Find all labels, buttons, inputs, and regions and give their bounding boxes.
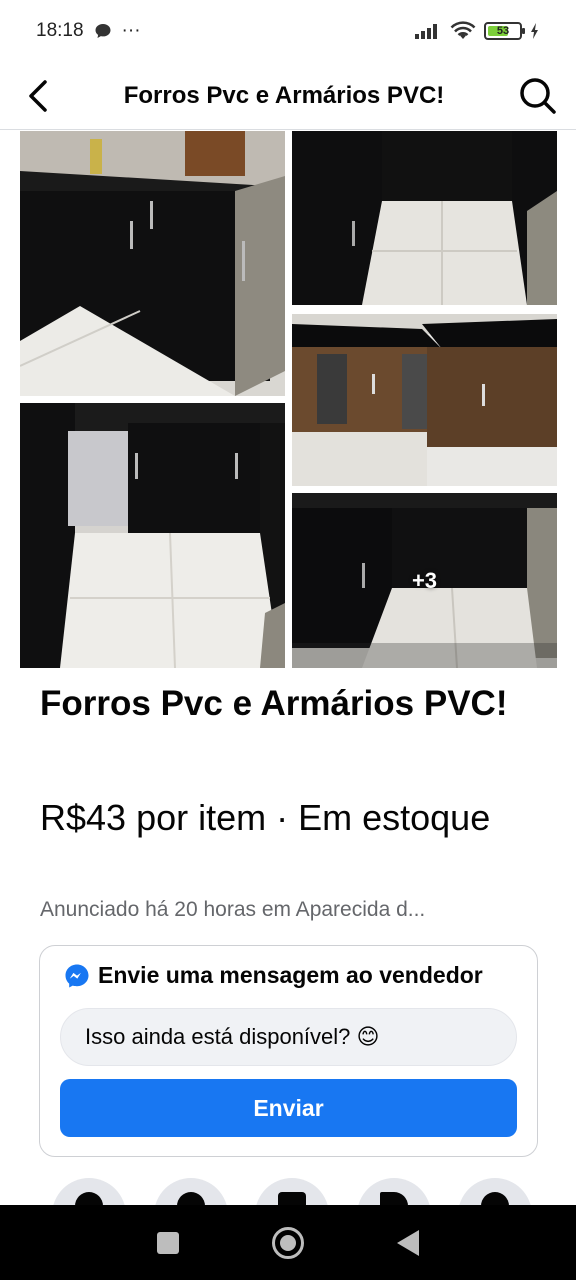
back-button[interactable]: [0, 62, 76, 130]
battery-icon: 53: [484, 22, 525, 40]
system-nav-bar: [0, 1205, 576, 1280]
more-photos-count[interactable]: +3: [292, 493, 557, 668]
wifi-icon: [450, 21, 476, 39]
search-icon: [520, 77, 556, 114]
signal-icon: [415, 24, 437, 39]
listing-price: R$43 por item · Em estoque: [40, 797, 491, 838]
status-time: 18:18: [36, 20, 84, 41]
chat-bubble-icon: [95, 24, 111, 38]
header-title: Forros Pvc e Armários PVC!: [123, 81, 445, 109]
status-bar: 18:18 ··· 53: [0, 0, 576, 62]
listing-photo-2[interactable]: [292, 131, 557, 305]
listing-photo-4[interactable]: [20, 403, 285, 668]
status-more: ···: [121, 20, 141, 41]
recents-button[interactable]: [156, 1231, 179, 1254]
app-header: Forros Pvc e Armários PVC!: [0, 62, 576, 130]
messenger-icon: [65, 964, 89, 987]
message-input[interactable]: Isso ainda está disponível? 😊: [60, 1008, 517, 1066]
message-seller-card: Envie uma mensagem ao vendedor Isso aind…: [39, 945, 538, 1157]
chevron-left-icon: [29, 79, 47, 112]
search-button[interactable]: [500, 62, 576, 130]
listing-photo-5[interactable]: +3: [292, 493, 557, 668]
listing-meta[interactable]: Anunciado há 20 horas em Aparecida d...: [40, 898, 540, 922]
message-card-heading: Envie uma mensagem ao vendedor: [64, 962, 483, 989]
send-button[interactable]: Enviar: [60, 1079, 517, 1137]
listing-title: Forros Pvc e Armários PVC!: [40, 684, 508, 723]
home-button[interactable]: [271, 1226, 304, 1259]
charging-icon: [531, 23, 538, 39]
listing-photo-3[interactable]: [292, 314, 557, 486]
message-card-heading-text: Envie uma mensagem ao vendedor: [98, 962, 483, 988]
listing-photo-1[interactable]: [20, 131, 285, 396]
back-nav-button[interactable]: [397, 1229, 420, 1256]
battery-level: 53: [496, 25, 510, 37]
